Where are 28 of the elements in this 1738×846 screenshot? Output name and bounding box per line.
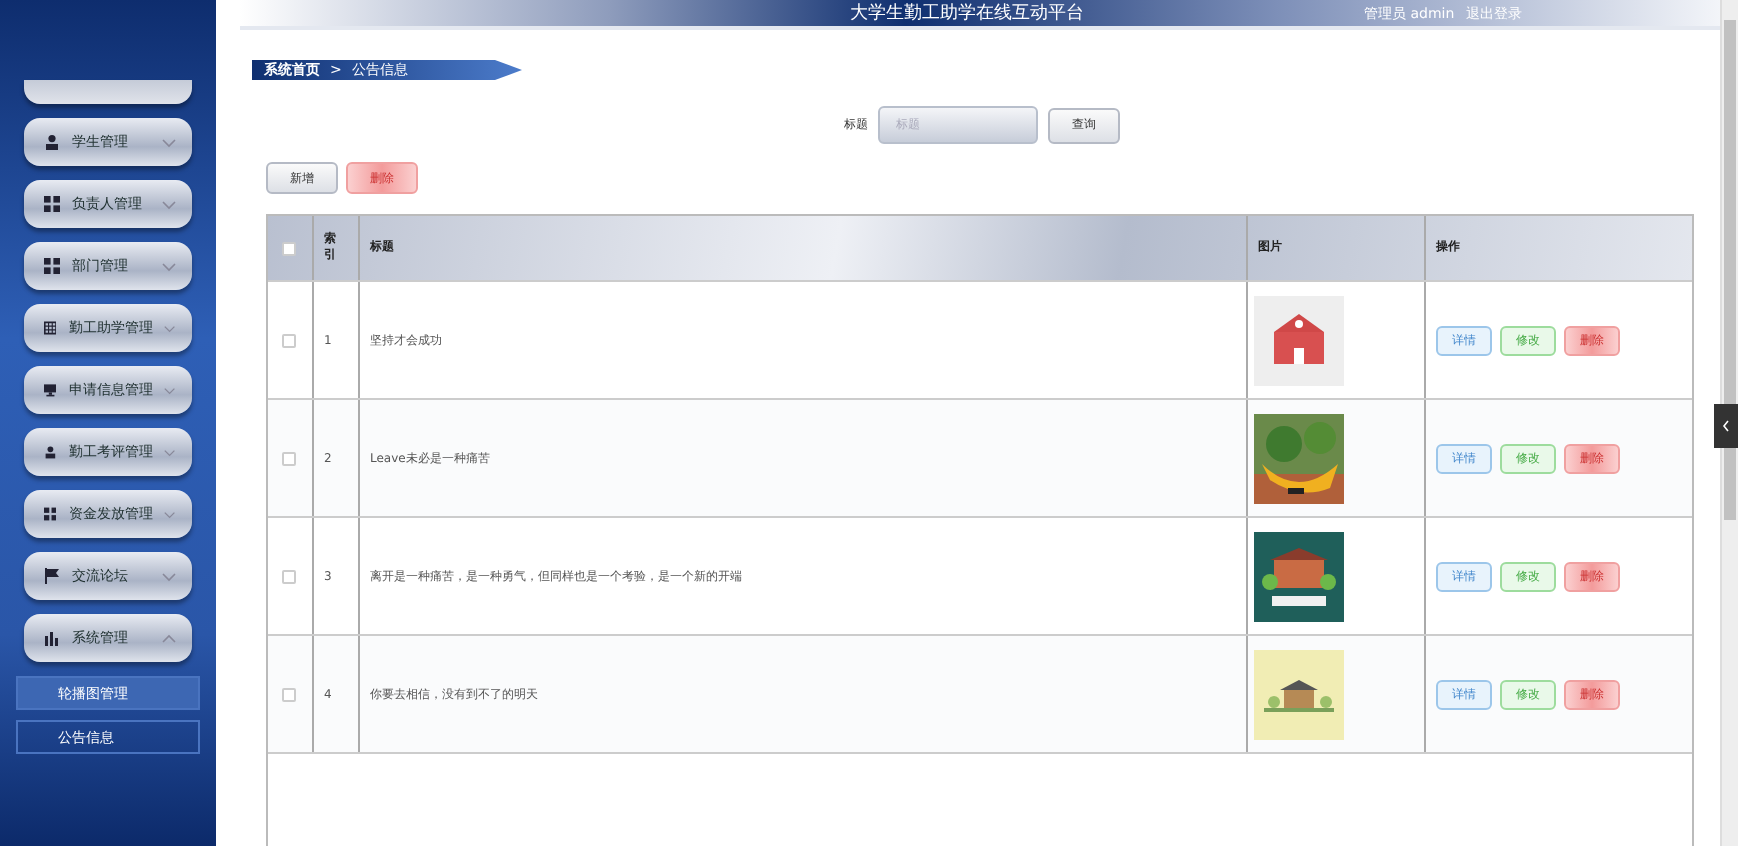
chevron-left-icon — [1722, 420, 1730, 432]
chevron-down-icon — [162, 571, 176, 581]
bar-chart-icon — [44, 630, 60, 646]
chevron-down-icon — [164, 509, 176, 519]
checkbox[interactable] — [282, 241, 296, 255]
checkbox[interactable] — [282, 451, 296, 465]
user-icon — [44, 444, 57, 460]
chevron-down-icon — [162, 137, 176, 147]
app-title: 大学生勤工助学在线互动平台 — [850, 1, 1084, 26]
scrollbar[interactable] — [1720, 0, 1738, 846]
chevron-down-icon — [162, 261, 176, 271]
menu-item[interactable] — [24, 80, 192, 104]
checkbox[interactable] — [282, 569, 296, 583]
chevron-down-icon — [162, 199, 176, 209]
checkbox[interactable] — [282, 333, 296, 347]
checkbox[interactable] — [282, 687, 296, 701]
collapse-tab[interactable] — [1714, 404, 1738, 448]
chevron-up-icon — [162, 633, 176, 643]
chevron-down-icon — [164, 447, 176, 457]
user-icon — [44, 134, 60, 150]
chevron-down-icon — [164, 323, 176, 333]
grid-icon — [44, 506, 57, 522]
table-icon — [44, 320, 57, 336]
chevron-down-icon — [164, 385, 176, 395]
grid-icon — [44, 196, 60, 212]
grid-icon — [44, 258, 60, 274]
monitor-icon — [44, 382, 57, 398]
flag-icon — [44, 568, 60, 584]
